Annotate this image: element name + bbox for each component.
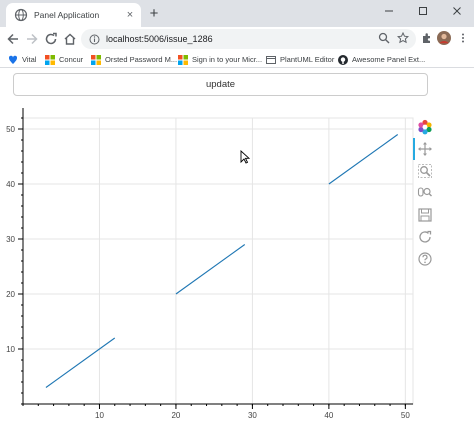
series-line-3 [328, 134, 399, 185]
page-icon [266, 55, 276, 65]
axes [22, 108, 413, 405]
bookmark-label: Awesome Panel Ext... [352, 55, 426, 64]
close-window-button[interactable] [440, 0, 474, 22]
maximize-button[interactable] [406, 0, 440, 22]
bookmark-label: Sign in to your Micr... [192, 55, 263, 64]
avatar[interactable] [436, 30, 452, 46]
arrow-right-icon [27, 33, 38, 45]
wheel-zoom-tool-icon[interactable] [416, 184, 434, 202]
bookmark-microsoft-signin[interactable]: Sign in to your Micr... [178, 53, 262, 66]
x-tick-label: 10 [95, 411, 104, 420]
reload-button[interactable] [42, 30, 60, 48]
globe-icon [14, 8, 28, 22]
home-button[interactable] [61, 30, 79, 48]
series-line-2 [175, 244, 246, 295]
tab-title: Panel Application [34, 10, 100, 20]
bookmarks-bar: Vital Concur Orsted Password M... Sign i… [0, 51, 474, 68]
help-tool-icon[interactable] [416, 250, 434, 268]
reload-icon [45, 32, 57, 45]
microsoft-icon [178, 54, 188, 65]
plot-frame [22, 117, 414, 405]
browser-window: Panel Application × + localhost:5006/iss… [0, 0, 474, 443]
home-icon [64, 33, 76, 45]
pan-tool-icon[interactable] [416, 140, 434, 158]
data-lines [45, 134, 399, 388]
new-tab-button[interactable]: + [146, 5, 162, 23]
plot-toolbar [413, 118, 436, 288]
bookmark-label: Vital [22, 55, 37, 64]
arrow-left-icon [7, 33, 18, 45]
x-tick-label: 30 [248, 411, 257, 420]
tab-strip: Panel Application × + [0, 0, 474, 27]
x-tick-label: 50 [401, 411, 410, 420]
mouse-cursor-icon [240, 150, 250, 164]
microsoft-icon [45, 54, 55, 65]
bookmark-orsted-password[interactable]: Orsted Password M... [91, 53, 177, 66]
y-tick-label: 40 [6, 180, 15, 189]
active-tool-indicator [413, 138, 415, 160]
bookmark-label: PlantUML Editor [280, 55, 335, 64]
bookmark-awesome-panel[interactable]: Awesome Panel Ext... [338, 53, 425, 66]
browser-tab[interactable]: Panel Application × [6, 3, 141, 27]
y-tick-label: 10 [6, 345, 15, 354]
line-chart[interactable]: 10 20 30 40 50 10 20 30 40 50 [0, 108, 474, 443]
star-icon[interactable] [395, 30, 411, 46]
back-button[interactable] [4, 30, 22, 48]
x-tick-label: 40 [324, 411, 333, 420]
x-tick-label: 20 [171, 411, 180, 420]
vital-icon [8, 55, 18, 65]
bookmark-concur[interactable]: Concur [45, 53, 83, 66]
reset-tool-icon[interactable] [416, 228, 434, 246]
browser-toolbar: localhost:5006/issue_1286 [0, 27, 474, 51]
box-zoom-tool-icon[interactable] [416, 162, 434, 180]
more-menu-icon[interactable] [455, 30, 471, 46]
address-bar[interactable]: localhost:5006/issue_1286 [81, 29, 416, 49]
bokeh-plot[interactable]: 10 20 30 40 50 10 20 30 40 50 [0, 108, 474, 443]
minimize-button[interactable] [372, 0, 406, 22]
url-text[interactable]: localhost:5006/issue_1286 [106, 34, 213, 44]
page-content: update 10 20 30 40 50 10 20 30 40 50 [0, 68, 474, 443]
save-tool-icon[interactable] [416, 206, 434, 224]
x-axis-ticks: 10 20 30 40 50 [22, 404, 410, 420]
bookmark-label: Concur [59, 55, 84, 64]
series-line-1 [45, 337, 116, 388]
forward-button[interactable] [23, 30, 41, 48]
y-axis-ticks: 10 20 30 40 50 [6, 117, 23, 405]
bookmark-vital[interactable]: Vital [8, 53, 36, 66]
zoom-icon[interactable] [376, 30, 392, 46]
update-button[interactable]: update [13, 73, 428, 96]
microsoft-icon [91, 54, 101, 65]
y-tick-label: 50 [6, 125, 15, 134]
info-icon [89, 34, 100, 44]
grid-lines [22, 117, 414, 405]
extensions-icon[interactable] [419, 30, 435, 46]
bookmark-plantuml[interactable]: PlantUML Editor [266, 53, 334, 66]
close-tab-icon[interactable]: × [123, 9, 137, 21]
github-icon [338, 54, 348, 65]
y-tick-label: 30 [6, 235, 15, 244]
y-tick-label: 20 [6, 290, 15, 299]
bookmark-label: Orsted Password M... [105, 55, 178, 64]
bokeh-logo-icon[interactable] [416, 118, 434, 136]
